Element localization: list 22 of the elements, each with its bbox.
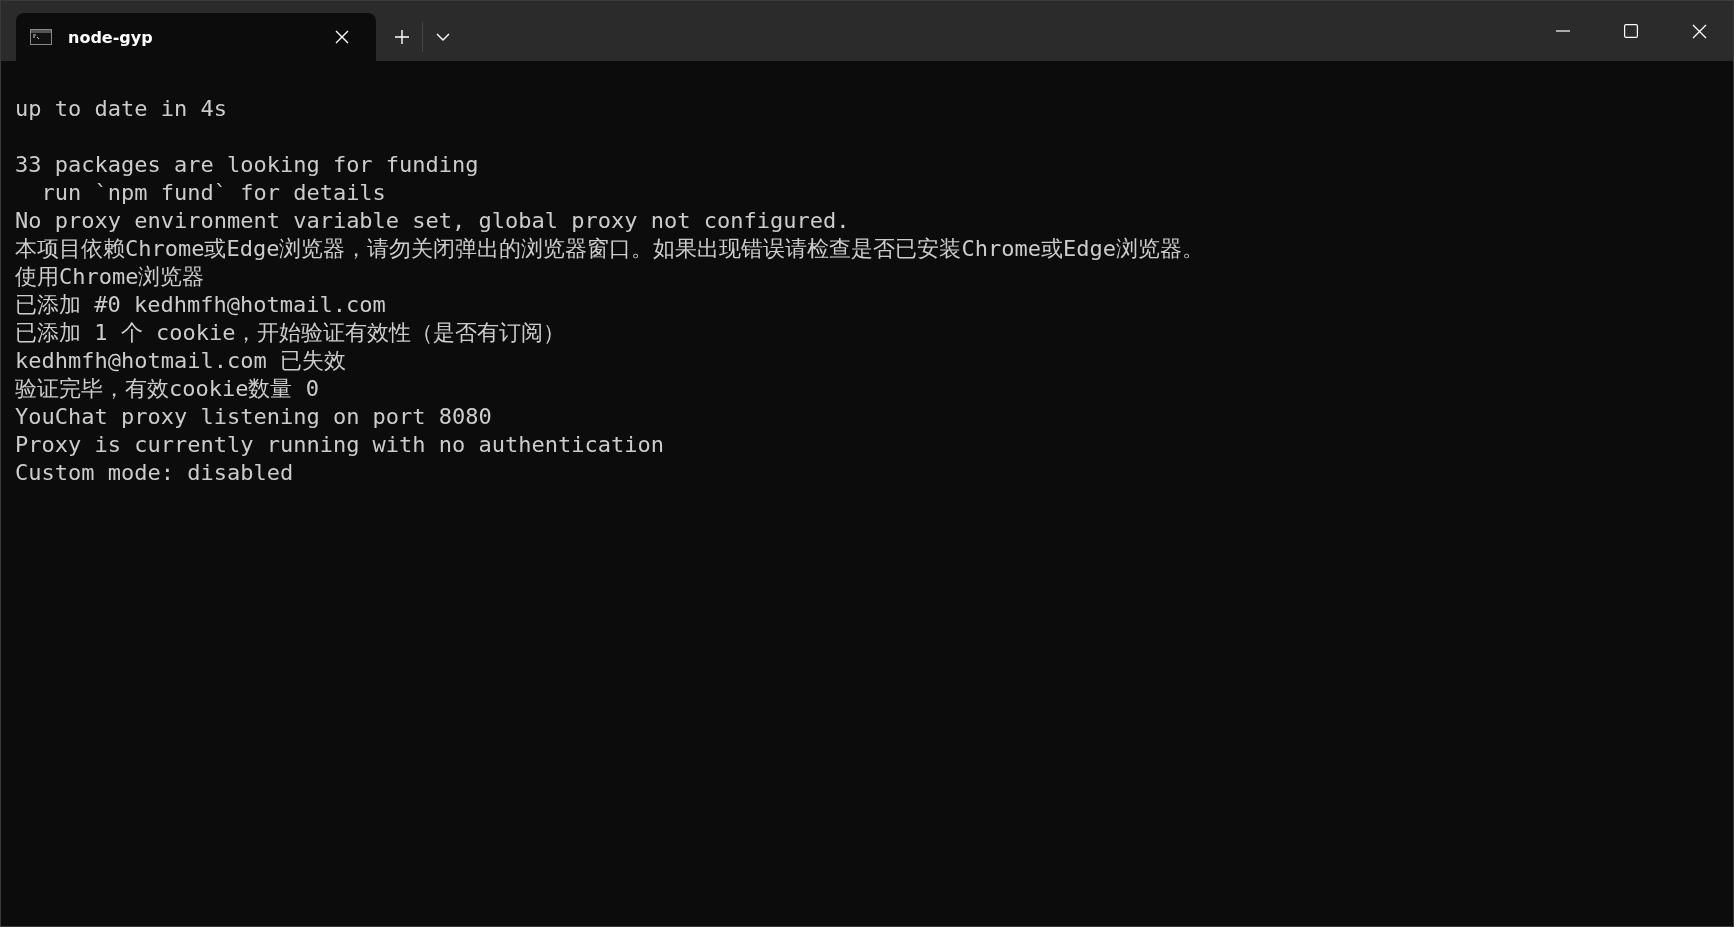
terminal-line: YouChat proxy listening on port 8080 bbox=[15, 403, 493, 431]
terminal-line: 已添加 #0 kedhmfh@hotmail.com bbox=[15, 291, 387, 319]
tab-title: node-gyp bbox=[68, 27, 154, 47]
terminal-line: No proxy environment variable set, global proxy not configured. bbox=[15, 207, 851, 235]
terminal-line: run `npm fund` for details bbox=[40, 179, 387, 207]
close-icon bbox=[1691, 23, 1707, 39]
terminal-line: Proxy is currently running with no authentication bbox=[15, 431, 665, 459]
terminal-line: 使用Chrome浏览器 bbox=[15, 263, 206, 291]
terminal-line: Custom mode: disabled bbox=[15, 459, 295, 487]
close-icon bbox=[335, 30, 349, 44]
chevron-down-icon bbox=[436, 33, 450, 41]
terminal-icon bbox=[30, 29, 52, 45]
terminal-line: 本项目依赖Chrome或Edge浏览器，请勿关闭弹出的浏览器窗口。如果出现错误请检查是否已安装Chrome或Edge浏览器。 bbox=[15, 235, 1205, 263]
minimize-icon bbox=[1556, 30, 1570, 32]
terminal-tab[interactable]: node-gyp bbox=[16, 13, 376, 61]
terminal-line: kedhmfh@hotmail.com 已失效 bbox=[15, 347, 347, 375]
terminal-line: up to date in 4s bbox=[15, 95, 228, 123]
terminal-line: 验证完毕，有效cookie数量 0 bbox=[15, 375, 320, 403]
terminal-line: 已添加 1 个 cookie，开始验证有效性（是否有订阅） bbox=[15, 319, 567, 347]
maximize-icon bbox=[1624, 24, 1638, 38]
plus-icon bbox=[394, 29, 410, 45]
terminal-line: 33 packages are looking for funding bbox=[15, 151, 480, 179]
